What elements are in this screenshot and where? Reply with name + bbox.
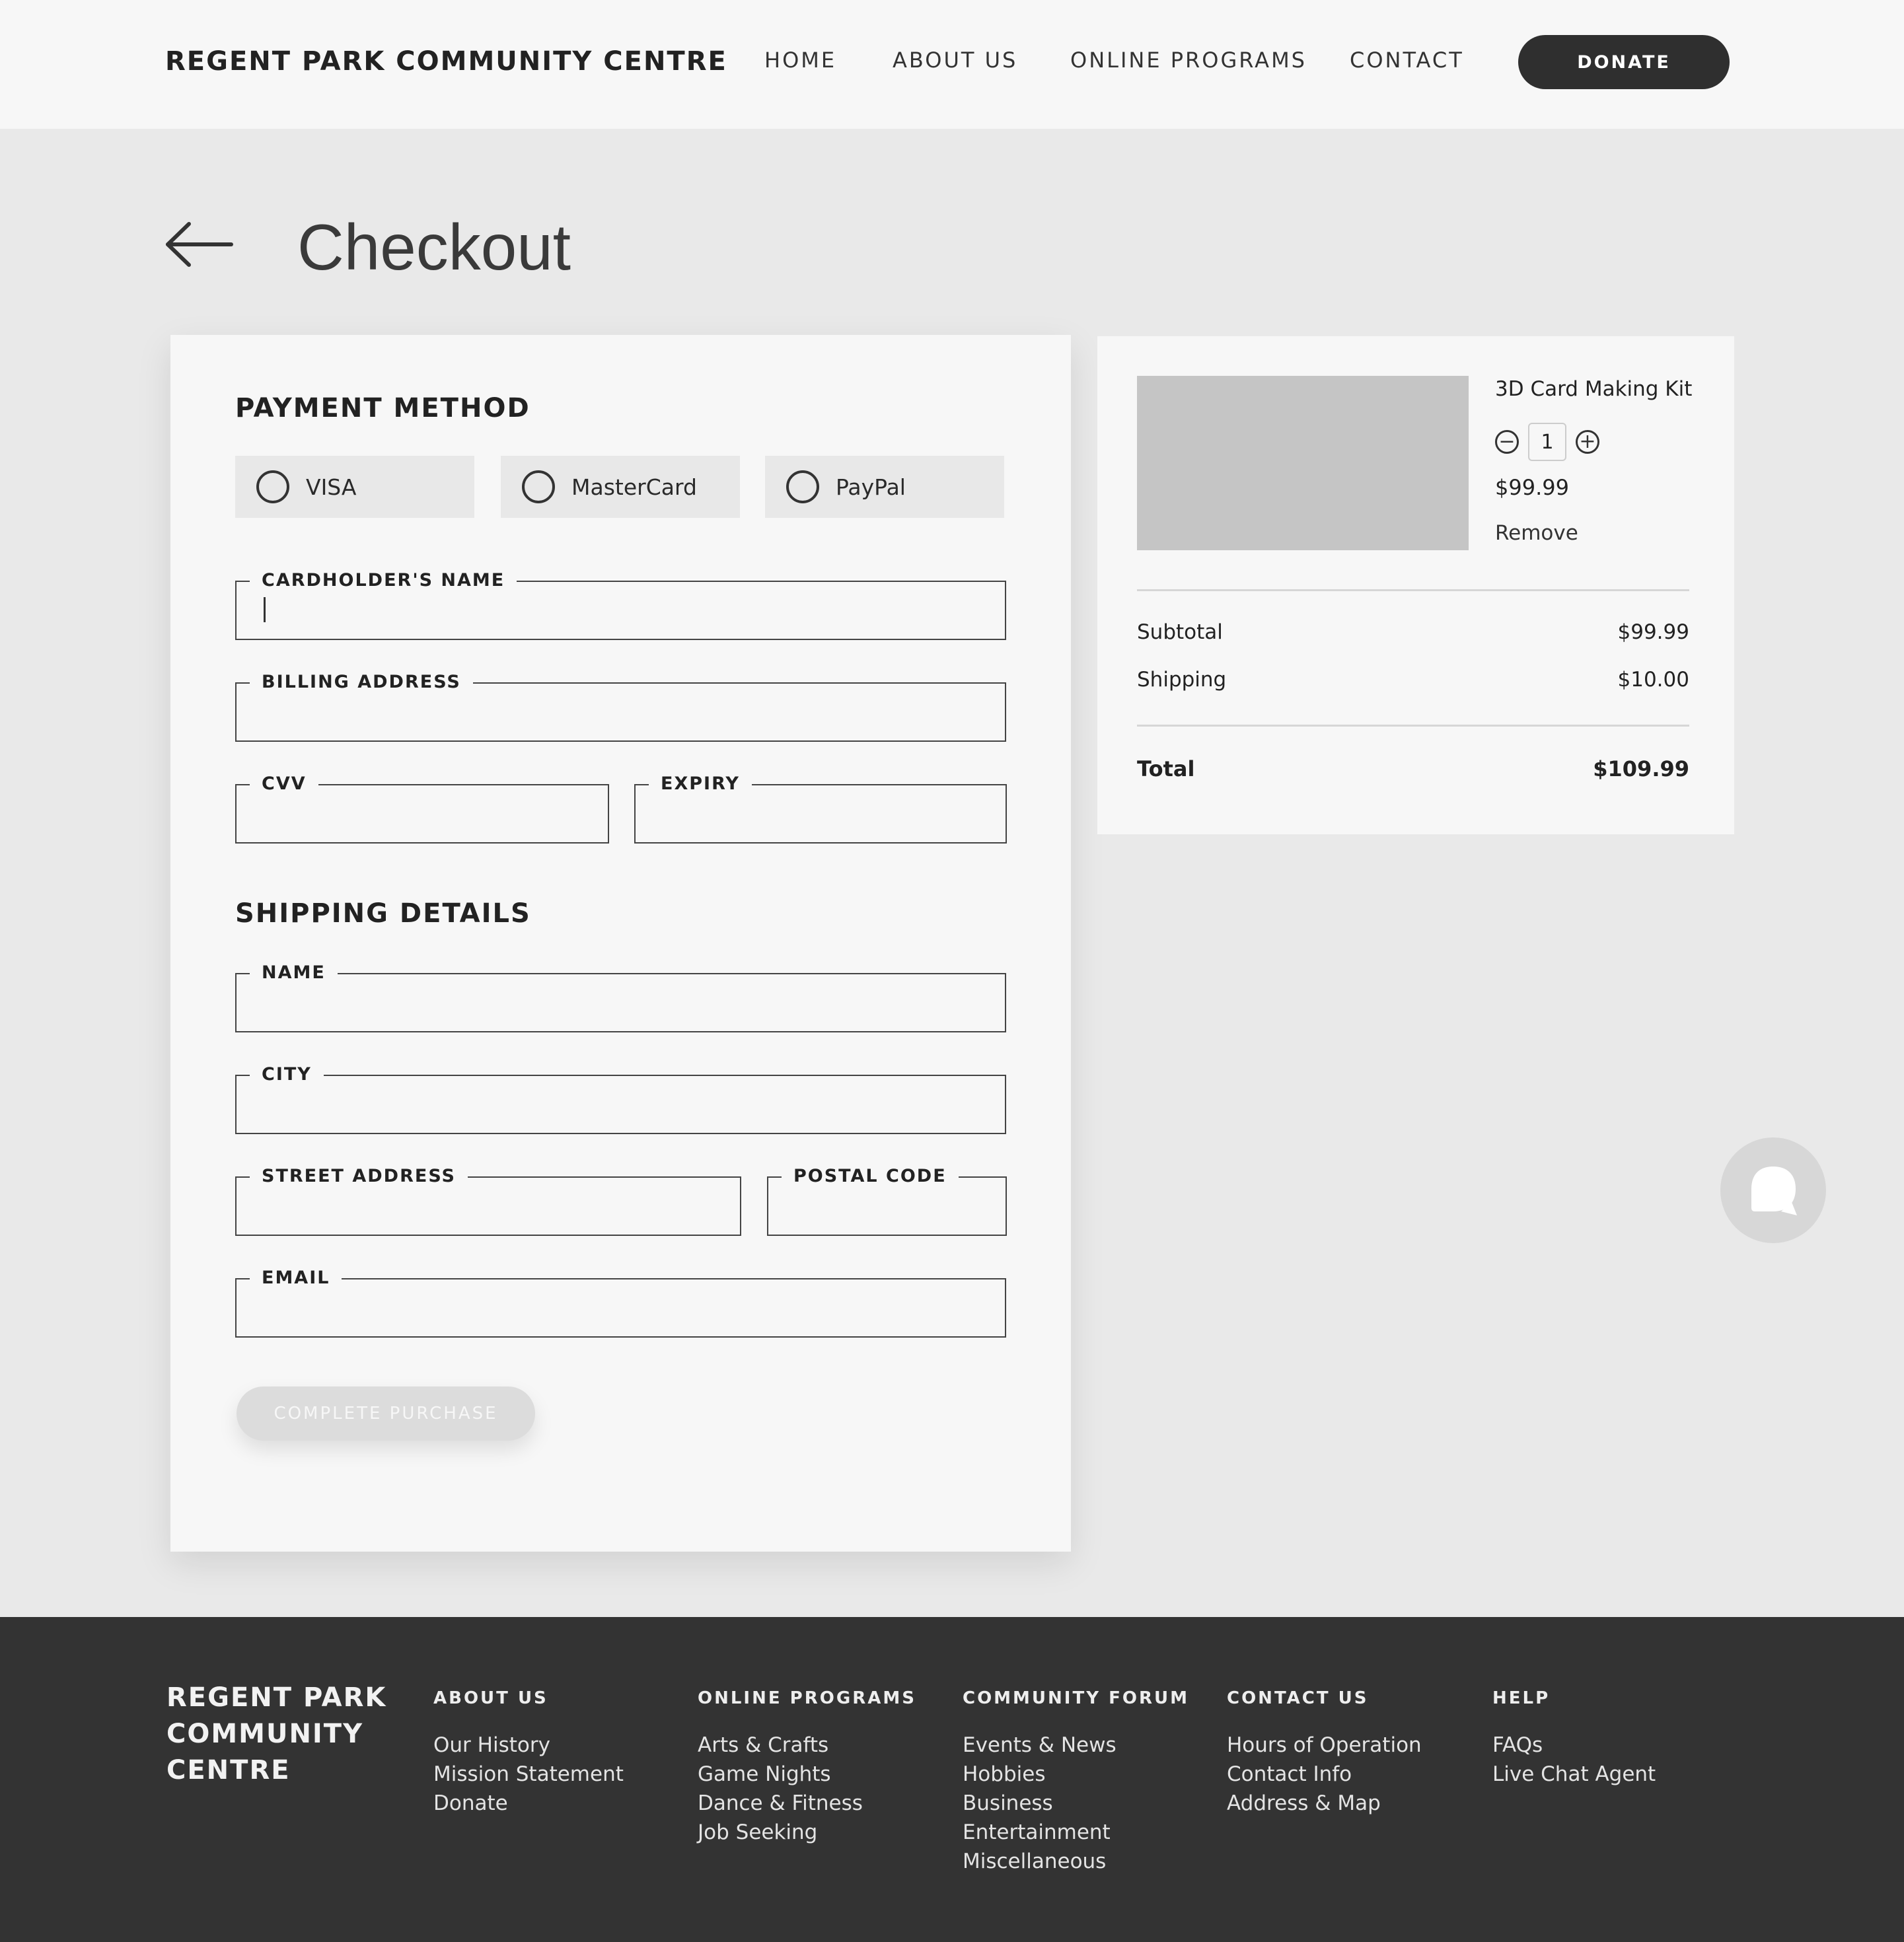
footer-column-contact: CONTACT US Hours of Operation Contact In… xyxy=(1227,1688,1422,1818)
email-input[interactable] xyxy=(237,1278,1005,1336)
footer-column-title: HELP xyxy=(1492,1688,1551,1708)
site-footer: REGENT PARK COMMUNITY CENTRE ABOUT US Ou… xyxy=(0,1617,1904,1942)
chat-button[interactable] xyxy=(1720,1137,1826,1243)
street-address-field[interactable]: STREET ADDRESS xyxy=(235,1167,741,1236)
street-address-input[interactable] xyxy=(237,1176,740,1235)
donate-button[interactable]: DONATE xyxy=(1518,35,1730,89)
billing-address-input[interactable] xyxy=(237,682,1005,740)
footer-link-contact-info[interactable]: Contact Info xyxy=(1227,1760,1422,1789)
payment-option-mastercard[interactable]: MasterCard xyxy=(501,456,740,518)
footer-link-game-nights[interactable]: Game Nights xyxy=(698,1760,916,1789)
summary-divider xyxy=(1137,725,1689,727)
total-value: $109.99 xyxy=(1593,756,1689,781)
radio-mastercard[interactable] xyxy=(522,470,555,503)
nav-contact[interactable]: CONTACT xyxy=(1350,48,1464,73)
footer-link-address-map[interactable]: Address & Map xyxy=(1227,1789,1422,1818)
footer-column-about: ABOUT US Our History Mission Statement D… xyxy=(433,1688,624,1818)
shipping-row: Shipping $10.00 xyxy=(1137,668,1689,692)
site-brand[interactable]: REGENT PARK COMMUNITY CENTRE xyxy=(165,46,727,77)
product-price: $99.99 xyxy=(1495,475,1569,500)
footer-column-forum: COMMUNITY FORUM Events & News Hobbies Bu… xyxy=(963,1688,1189,1876)
footer-link-live-chat[interactable]: Live Chat Agent xyxy=(1492,1760,1656,1789)
city-field[interactable]: CITY xyxy=(235,1065,1006,1134)
expiry-input[interactable] xyxy=(636,784,1006,842)
footer-link-our-history[interactable]: Our History xyxy=(433,1731,624,1760)
payment-option-label: PayPal xyxy=(836,474,906,500)
footer-link-job-seeking[interactable]: Job Seeking xyxy=(698,1818,916,1847)
subtotal-label: Subtotal xyxy=(1137,620,1223,644)
product-name: 3D Card Making Kit xyxy=(1495,377,1693,401)
shipping-name-input[interactable] xyxy=(237,973,1005,1031)
payment-option-visa[interactable]: VISA xyxy=(235,456,474,518)
checkout-form: PAYMENT METHOD VISA MasterCard PayPal CA… xyxy=(170,335,1071,1552)
footer-column-title: CONTACT US xyxy=(1227,1688,1369,1708)
footer-link-mission-statement[interactable]: Mission Statement xyxy=(433,1760,624,1789)
shipping-label: Shipping xyxy=(1137,668,1227,692)
footer-link-business[interactable]: Business xyxy=(963,1789,1189,1818)
cardholder-name-input[interactable] xyxy=(237,581,1005,639)
email-field[interactable]: EMAIL xyxy=(235,1269,1006,1338)
subtotal-value: $99.99 xyxy=(1617,620,1689,644)
summary-divider xyxy=(1137,589,1689,591)
page-title: Checkout xyxy=(297,211,571,283)
shipping-value: $10.00 xyxy=(1617,668,1689,692)
cvv-field[interactable]: CVV xyxy=(235,775,609,844)
footer-column-title: COMMUNITY FORUM xyxy=(963,1688,1189,1708)
footer-column-help: HELP FAQs Live Chat Agent xyxy=(1492,1688,1656,1789)
minus-icon[interactable]: − xyxy=(1495,430,1519,454)
shipping-details-title: SHIPPING DETAILS xyxy=(235,898,531,929)
payment-option-label: VISA xyxy=(306,474,357,500)
complete-purchase-button[interactable]: COMPLETE PURCHASE xyxy=(237,1386,535,1441)
payment-option-label: MasterCard xyxy=(571,474,697,500)
footer-column-title: ONLINE PROGRAMS xyxy=(698,1688,916,1708)
nav-online-programs[interactable]: ONLINE PROGRAMS xyxy=(1070,48,1307,73)
radio-paypal[interactable] xyxy=(786,470,819,503)
text-caret xyxy=(264,597,266,622)
payment-method-title: PAYMENT METHOD xyxy=(235,393,531,423)
radio-visa[interactable] xyxy=(256,470,289,503)
quantity-stepper: − 1 + xyxy=(1495,422,1599,462)
billing-address-field[interactable]: BILLING ADDRESS xyxy=(235,673,1006,742)
nav-home[interactable]: HOME xyxy=(764,48,836,73)
footer-link-hours[interactable]: Hours of Operation xyxy=(1227,1731,1422,1760)
expiry-field[interactable]: EXPIRY xyxy=(634,775,1007,844)
footer-link-miscellaneous[interactable]: Miscellaneous xyxy=(963,1847,1189,1876)
plus-icon[interactable]: + xyxy=(1576,430,1599,454)
product-image xyxy=(1137,376,1469,550)
postal-code-field[interactable]: POSTAL CODE xyxy=(767,1167,1007,1236)
site-header: REGENT PARK COMMUNITY CENTRE HOME ABOUT … xyxy=(0,0,1904,129)
footer-column-programs: ONLINE PROGRAMS Arts & Crafts Game Night… xyxy=(698,1688,916,1847)
remove-link[interactable]: Remove xyxy=(1495,521,1578,545)
nav-about-us[interactable]: ABOUT US xyxy=(893,48,1017,73)
cvv-input[interactable] xyxy=(237,784,608,842)
order-summary: 3D Card Making Kit − 1 + $99.99 Remove S… xyxy=(1097,336,1734,834)
total-row: Total $109.99 xyxy=(1137,756,1689,781)
arrow-left-icon[interactable] xyxy=(165,221,235,268)
footer-link-events-news[interactable]: Events & News xyxy=(963,1731,1189,1760)
footer-link-hobbies[interactable]: Hobbies xyxy=(963,1760,1189,1789)
footer-link-arts-crafts[interactable]: Arts & Crafts xyxy=(698,1731,916,1760)
total-label: Total xyxy=(1137,756,1195,781)
cardholder-name-field[interactable]: CARDHOLDER'S NAME xyxy=(235,571,1006,640)
footer-column-title: ABOUT US xyxy=(433,1688,548,1708)
shipping-name-field[interactable]: NAME xyxy=(235,964,1006,1032)
chat-bubble-icon xyxy=(1751,1167,1797,1215)
city-input[interactable] xyxy=(237,1075,1005,1133)
footer-link-dance-fitness[interactable]: Dance & Fitness xyxy=(698,1789,916,1818)
quantity-value[interactable]: 1 xyxy=(1528,423,1566,461)
payment-option-paypal[interactable]: PayPal xyxy=(765,456,1004,518)
footer-link-donate[interactable]: Donate xyxy=(433,1789,624,1818)
postal-code-input[interactable] xyxy=(768,1176,1006,1235)
footer-link-entertainment[interactable]: Entertainment xyxy=(963,1818,1189,1847)
footer-link-faqs[interactable]: FAQs xyxy=(1492,1731,1656,1760)
footer-brand: REGENT PARK COMMUNITY CENTRE xyxy=(166,1682,387,1785)
subtotal-row: Subtotal $99.99 xyxy=(1137,620,1689,644)
